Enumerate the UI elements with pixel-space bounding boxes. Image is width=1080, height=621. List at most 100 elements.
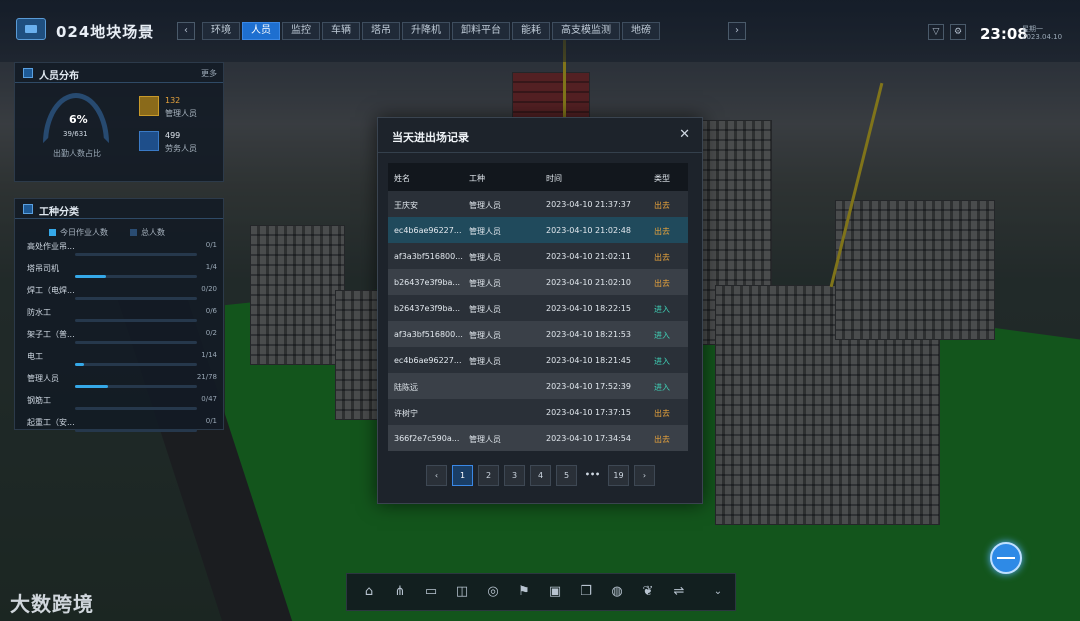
job-row: 架子工（普... 0/2 [27, 329, 217, 351]
globe-icon[interactable]: ◍ [608, 583, 626, 601]
cell-type: 进入 [654, 331, 670, 340]
job-progress-track [75, 253, 197, 256]
filter-icon[interactable]: ▽ [928, 24, 944, 40]
job-name: 架子工（普... [27, 330, 75, 339]
settings-slider-icon[interactable]: ⇌ [670, 583, 688, 601]
cell-type: 出去 [654, 279, 670, 288]
page-ellipsis[interactable]: ••• [582, 465, 603, 486]
col-job: 工种 [469, 174, 485, 183]
job-count: 1/14 [201, 351, 217, 359]
page-button-1[interactable]: 1 [452, 465, 473, 486]
cell-name: 王庆安 [394, 201, 418, 210]
managers-count: 132 [165, 96, 181, 105]
cell-job: 管理人员 [469, 357, 501, 366]
page-button-4[interactable]: 4 [530, 465, 551, 486]
cell-name: 陆陈远 [394, 383, 418, 392]
pagination: ‹ 1 2 3 4 5 ••• 19 › [426, 465, 655, 486]
flag-icon[interactable]: ⚑ [515, 583, 533, 601]
job-count: 0/1 [205, 241, 217, 249]
clock-time: 23:08 [980, 25, 1028, 43]
leaf-icon[interactable]: ❦ [639, 583, 657, 601]
job-progress-track [75, 429, 197, 432]
table-row[interactable]: 王庆安 管理人员 2023-04-10 21:37:37 出去 [388, 191, 688, 217]
tab-weighbridge[interactable]: 地磅 [622, 22, 660, 40]
manager-person-icon [139, 96, 159, 116]
chevron-down-icon[interactable]: ▾ [144, 24, 149, 35]
job-progress-fill [75, 363, 84, 366]
tabs-next-icon[interactable]: › [728, 22, 746, 40]
cell-time: 2023-04-10 17:37:15 [546, 408, 631, 417]
location-pin-icon[interactable]: ◎ [484, 583, 502, 601]
cell-time: 2023-04-10 21:02:10 [546, 278, 631, 287]
book-icon[interactable]: ◫ [453, 583, 471, 601]
page-button-3[interactable]: 3 [504, 465, 525, 486]
panel-title: 人员分布 [39, 71, 79, 82]
col-type: 类型 [654, 174, 670, 183]
tab-vehicles[interactable]: 车辆 [322, 22, 360, 40]
collapse-icon[interactable]: ⌄ [709, 583, 727, 601]
job-count: 1/4 [205, 263, 217, 271]
col-name: 姓名 [394, 174, 410, 183]
home-icon[interactable]: ⌂ [360, 583, 378, 601]
job-row: 钢筋工 0/47 [27, 395, 217, 417]
table-row[interactable]: ec4b6ae96227... 管理人员 2023-04-10 21:02:48 出去 [388, 217, 688, 243]
legend-total-label: 总人数 [141, 228, 165, 237]
table-row[interactable]: b26437e3f9ba... 管理人员 2023-04-10 21:02:10 出去 [388, 269, 688, 295]
job-name: 高处作业吊... [27, 242, 75, 251]
job-count: 21/78 [196, 373, 217, 381]
job-progress-track [75, 385, 197, 388]
panel-icon[interactable]: ▭ [422, 583, 440, 601]
tab-unloading-platform[interactable]: 卸料平台 [452, 22, 510, 40]
cell-name: b26437e3f9ba... [394, 278, 461, 287]
prev-page-button[interactable]: ‹ [426, 465, 447, 486]
tab-energy[interactable]: 能耗 [512, 22, 550, 40]
worker-person-icon [139, 131, 159, 151]
table-row[interactable]: af3a3bf516800... 管理人员 2023-04-10 21:02:11 出… [388, 243, 688, 269]
attendance-percent: 6% [69, 113, 88, 126]
next-page-button[interactable]: › [634, 465, 655, 486]
job-legend: 今日作业人数 总人数 [49, 227, 165, 238]
tab-personnel[interactable]: 人员 [242, 22, 280, 40]
table-row[interactable]: 许树宁 2023-04-10 17:37:15 出去 [388, 399, 688, 425]
copy-icon[interactable]: ❐ [577, 583, 595, 601]
page-button-last[interactable]: 19 [608, 465, 629, 486]
cell-name: af3a3bf516800... [394, 330, 463, 339]
page-button-5[interactable]: 5 [556, 465, 577, 486]
gear-icon[interactable]: ⚙ [950, 24, 966, 40]
tab-tower-crane[interactable]: 塔吊 [362, 22, 400, 40]
job-name: 起重工（安... [27, 418, 75, 427]
table-row[interactable]: b26437e3f9ba... 管理人员 2023-04-10 18:22:15 进入 [388, 295, 688, 321]
job-count: 0/47 [201, 395, 217, 403]
cell-name: ec4b6ae96227... [394, 356, 462, 365]
cell-type: 出去 [654, 435, 670, 444]
page-button-2[interactable]: 2 [478, 465, 499, 486]
cell-job: 管理人员 [469, 279, 501, 288]
dialog-title: 当天进出场记录 [392, 131, 469, 144]
close-icon[interactable]: ✕ [679, 127, 690, 142]
cell-time: 2023-04-10 21:02:48 [546, 226, 631, 235]
tab-environment[interactable]: 环境 [202, 22, 240, 40]
table-row[interactable]: ec4b6ae96227... 管理人员 2023-04-10 18:21:45 进入 [388, 347, 688, 373]
cell-time: 2023-04-10 18:21:53 [546, 330, 631, 339]
table-row[interactable]: 陆陈远 2023-04-10 17:52:39 进入 [388, 373, 688, 399]
tabs-prev-icon[interactable]: ‹ [177, 22, 195, 40]
job-row: 高处作业吊... 0/1 [27, 241, 217, 263]
tab-elevator[interactable]: 升降机 [402, 22, 450, 40]
scene-title[interactable]: 024地块场景 [56, 21, 154, 42]
cell-type: 进入 [654, 383, 670, 392]
table-row[interactable]: 366f2e7c590a... 管理人员 2023-04-10 17:34:54 出去 [388, 425, 688, 451]
more-link[interactable]: 更多 [201, 68, 217, 79]
cell-type: 出去 [654, 201, 670, 210]
col-time: 时间 [546, 174, 562, 183]
tab-formwork-monitoring[interactable]: 高支模监测 [552, 22, 620, 40]
cell-name: b26437e3f9ba... [394, 304, 461, 313]
photo-edit-icon[interactable]: ▣ [546, 583, 564, 601]
job-progress-track [75, 407, 197, 410]
table-row[interactable]: af3a3bf516800... 管理人员 2023-04-10 18:21:53 进… [388, 321, 688, 347]
job-row: 管理人员 21/78 [27, 373, 217, 395]
org-tree-icon[interactable]: ⋔ [391, 583, 409, 601]
floating-action-button[interactable] [990, 542, 1022, 574]
tab-monitoring[interactable]: 监控 [282, 22, 320, 40]
cell-type: 出去 [654, 253, 670, 262]
job-row: 起重工（安... 0/1 [27, 417, 217, 439]
